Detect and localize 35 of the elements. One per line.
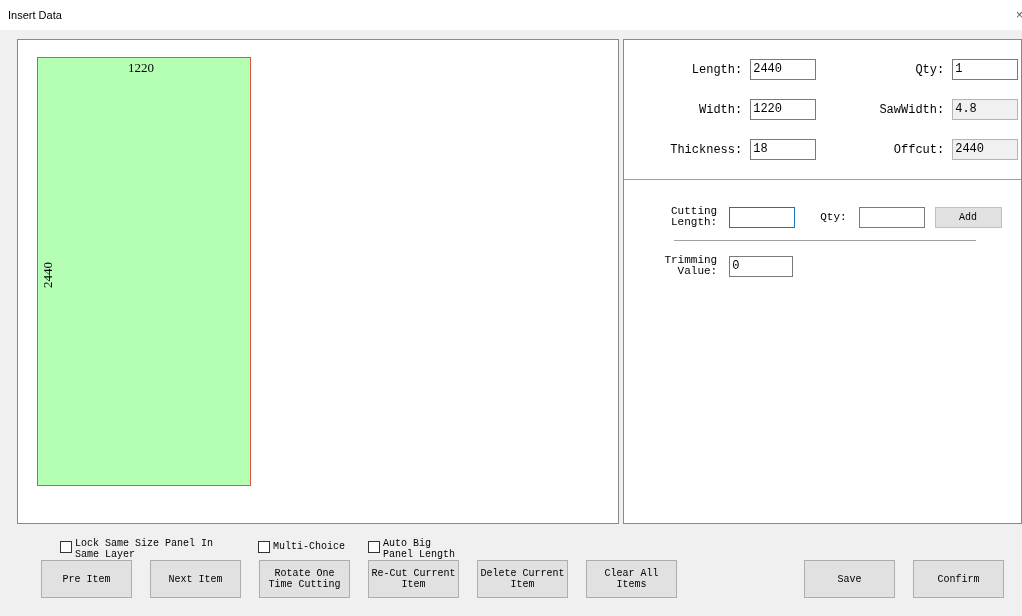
input-field[interactable]: 18 bbox=[750, 139, 817, 160]
field-label: Qty: bbox=[914, 61, 945, 79]
checkbox[interactable] bbox=[258, 541, 270, 553]
action-button[interactable]: Next Item bbox=[150, 560, 241, 598]
action-button[interactable]: Clear All Items bbox=[586, 560, 677, 598]
checkbox[interactable] bbox=[60, 541, 72, 553]
checkbox-label: Multi-Choice bbox=[273, 541, 345, 552]
action-button[interactable]: Re-Cut Current Item bbox=[368, 560, 459, 598]
input-field[interactable]: 1220 bbox=[750, 99, 817, 120]
field-label: SawWidth: bbox=[878, 101, 945, 119]
input-field[interactable]: 0 bbox=[729, 255, 794, 277]
action-button[interactable]: Rotate One Time Cutting bbox=[259, 560, 350, 598]
field-label: Width: bbox=[698, 101, 743, 119]
add-button[interactable]: Add bbox=[934, 206, 1002, 228]
close-button[interactable]: × bbox=[1016, 6, 1022, 24]
width-label: 1220 bbox=[128, 59, 154, 77]
window-title: Insert Data bbox=[8, 7, 62, 23]
input-field[interactable] bbox=[858, 206, 925, 228]
action-button[interactable]: Delete Current Item bbox=[477, 560, 568, 598]
field-label: Qty: bbox=[820, 209, 847, 225]
action-button[interactable]: Save bbox=[804, 560, 895, 598]
length-label: 2440 bbox=[39, 262, 56, 288]
input-field[interactable]: 1 bbox=[952, 59, 1019, 80]
field-label: Thickness: bbox=[669, 141, 743, 159]
checkbox[interactable] bbox=[368, 541, 380, 553]
field-label: Length: bbox=[690, 61, 743, 79]
input-field[interactable]: 2440 bbox=[750, 59, 817, 80]
field-label: Trimming Value: bbox=[663, 255, 718, 277]
action-button[interactable]: Confirm bbox=[913, 560, 1004, 598]
field-label: Offcut: bbox=[892, 141, 945, 159]
field-label: Cutting Length: bbox=[670, 206, 718, 228]
checkbox-label: Lock Same Size Panel In Same Layer bbox=[75, 538, 215, 560]
action-button[interactable]: Pre Item bbox=[41, 560, 132, 598]
checkbox-label: Auto Big Panel Length bbox=[383, 538, 456, 560]
input-field[interactable] bbox=[729, 206, 796, 228]
